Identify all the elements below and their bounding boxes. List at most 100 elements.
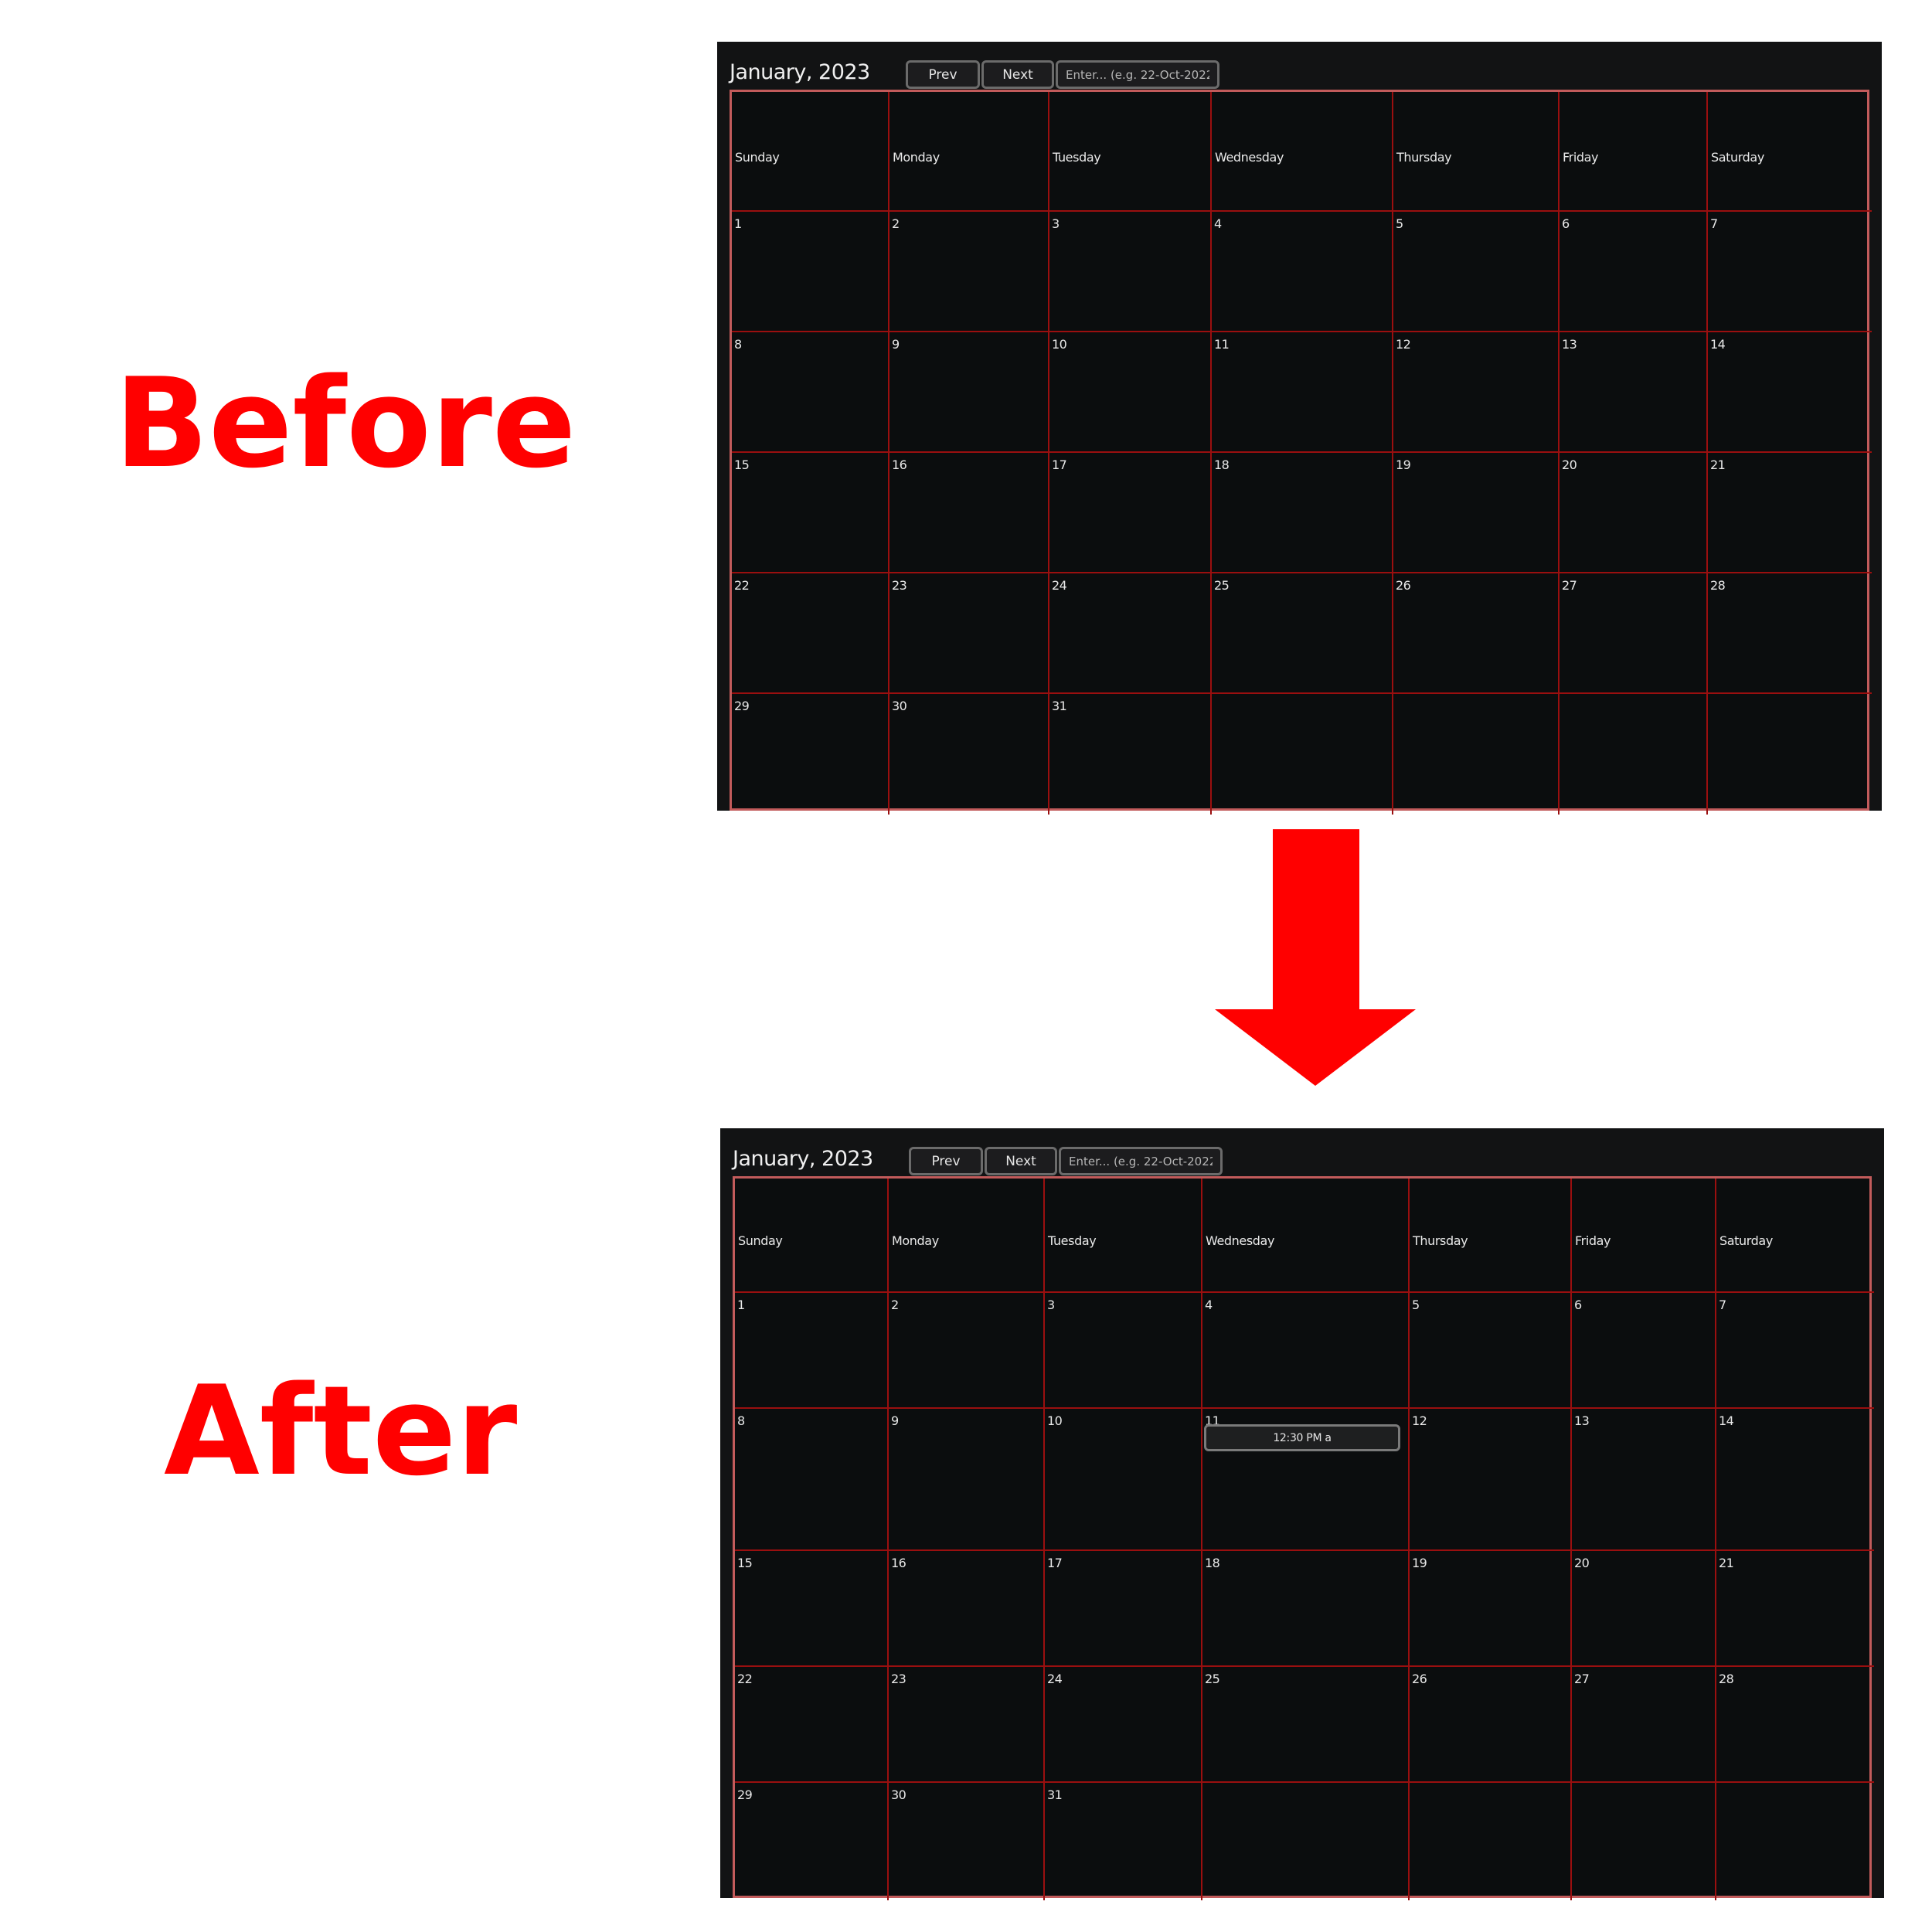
day-cell[interactable]: 23 xyxy=(889,1667,1045,1783)
day-number: 15 xyxy=(734,457,750,472)
day-cell[interactable]: 25 xyxy=(1202,1667,1410,1783)
day-cell[interactable]: 19 xyxy=(1393,453,1560,573)
day-number: 25 xyxy=(1205,1672,1220,1686)
next-button[interactable]: Next xyxy=(985,1147,1057,1175)
weekday-label: Friday xyxy=(1563,149,1599,165)
day-cell[interactable]: 2 xyxy=(889,212,1049,332)
day-cell[interactable]: 3 xyxy=(1045,1293,1202,1409)
day-cell[interactable]: 7 xyxy=(1716,1293,1874,1409)
day-cell[interactable]: 8 xyxy=(735,1409,889,1551)
day-cell[interactable]: 8 xyxy=(732,332,889,453)
down-arrow-icon xyxy=(1215,829,1416,1086)
day-cell[interactable]: 16 xyxy=(889,1551,1045,1667)
day-cell[interactable]: 10 xyxy=(1049,332,1212,453)
day-cell[interactable]: 15 xyxy=(732,453,889,573)
day-cell[interactable]: 27 xyxy=(1560,573,1708,694)
day-cell[interactable] xyxy=(1410,1783,1572,1900)
day-cell[interactable]: 31 xyxy=(1049,694,1212,815)
day-cell[interactable]: 13 xyxy=(1572,1409,1716,1551)
weekday-header: Sunday xyxy=(732,92,889,212)
day-number: 7 xyxy=(1710,216,1718,231)
date-input[interactable] xyxy=(1059,1147,1223,1175)
weekday-label: Sunday xyxy=(738,1233,783,1248)
day-cell[interactable] xyxy=(1393,694,1560,815)
day-cell[interactable]: 26 xyxy=(1393,573,1560,694)
prev-button[interactable]: Prev xyxy=(909,1147,983,1175)
day-cell[interactable]: 9 xyxy=(889,1409,1045,1551)
day-cell[interactable] xyxy=(1212,694,1393,815)
day-cell[interactable] xyxy=(1716,1783,1874,1900)
day-cell[interactable]: 1 xyxy=(732,212,889,332)
day-cell[interactable]: 18 xyxy=(1212,453,1393,573)
weekday-header: Monday xyxy=(889,1179,1045,1293)
day-cell[interactable]: 16 xyxy=(889,453,1049,573)
day-cell[interactable]: 9 xyxy=(889,332,1049,453)
day-cell[interactable]: 3 xyxy=(1049,212,1212,332)
day-cell[interactable]: 28 xyxy=(1716,1667,1874,1783)
prev-button[interactable]: Prev xyxy=(906,60,980,89)
day-cell[interactable]: 30 xyxy=(889,1783,1045,1900)
day-cell[interactable]: 22 xyxy=(732,573,889,694)
day-cell[interactable]: 30 xyxy=(889,694,1049,815)
calendar-after: January, 2023 Prev Next Sunday Monday Tues… xyxy=(720,1128,1884,1900)
day-number: 30 xyxy=(892,699,907,713)
day-cell[interactable]: 21 xyxy=(1708,453,1872,573)
day-cell[interactable] xyxy=(1572,1783,1716,1900)
event-chip[interactable]: 12:30 PM a xyxy=(1204,1424,1400,1451)
day-cell[interactable]: 17 xyxy=(1049,453,1212,573)
day-cell[interactable]: 14 xyxy=(1708,332,1872,453)
day-cell[interactable]: 24 xyxy=(1045,1667,1202,1783)
day-cell[interactable] xyxy=(1708,694,1872,815)
day-number: 24 xyxy=(1052,578,1067,593)
day-cell[interactable]: 29 xyxy=(735,1783,889,1900)
weekday-label: Tuesday xyxy=(1048,1233,1097,1248)
day-cell[interactable]: 5 xyxy=(1410,1293,1572,1409)
day-cell[interactable]: 10 xyxy=(1045,1409,1202,1551)
day-cell[interactable] xyxy=(1202,1783,1410,1900)
weekday-header: Thursday xyxy=(1410,1179,1572,1293)
day-cell[interactable]: 20 xyxy=(1560,453,1708,573)
day-cell[interactable]: 25 xyxy=(1212,573,1393,694)
day-cell[interactable]: 6 xyxy=(1572,1293,1716,1409)
day-cell[interactable]: 13 xyxy=(1560,332,1708,453)
day-cell[interactable]: 4 xyxy=(1212,212,1393,332)
day-cell[interactable]: 31 xyxy=(1045,1783,1202,1900)
day-number: 27 xyxy=(1562,578,1577,593)
day-number: 1 xyxy=(737,1298,745,1312)
day-cell[interactable]: 22 xyxy=(735,1667,889,1783)
day-cell[interactable]: 12 xyxy=(1393,332,1560,453)
day-cell[interactable]: 27 xyxy=(1572,1667,1716,1783)
weekday-label: Monday xyxy=(893,149,940,165)
day-cell[interactable]: 11 12:30 PM a xyxy=(1202,1409,1410,1551)
before-label: Before xyxy=(114,351,577,495)
day-cell[interactable]: 19 xyxy=(1410,1551,1572,1667)
day-cell[interactable]: 11 xyxy=(1212,332,1393,453)
day-number: 8 xyxy=(737,1413,745,1428)
day-cell[interactable]: 12 xyxy=(1410,1409,1572,1551)
day-number: 4 xyxy=(1214,216,1222,231)
day-cell[interactable]: 1 xyxy=(735,1293,889,1409)
day-cell[interactable]: 20 xyxy=(1572,1551,1716,1667)
next-button[interactable]: Next xyxy=(981,60,1054,89)
day-number: 23 xyxy=(891,1672,906,1686)
day-cell[interactable]: 5 xyxy=(1393,212,1560,332)
day-cell[interactable]: 21 xyxy=(1716,1551,1874,1667)
date-input[interactable] xyxy=(1056,60,1219,89)
day-cell[interactable]: 26 xyxy=(1410,1667,1572,1783)
day-cell[interactable]: 4 xyxy=(1202,1293,1410,1409)
day-cell[interactable]: 24 xyxy=(1049,573,1212,694)
calendar-grid: Sunday Monday Tuesday Wednesday Thursday Frid… xyxy=(733,1176,1874,1900)
day-cell[interactable]: 6 xyxy=(1560,212,1708,332)
day-cell[interactable]: 17 xyxy=(1045,1551,1202,1667)
day-cell[interactable]: 7 xyxy=(1708,212,1872,332)
day-cell[interactable]: 14 xyxy=(1716,1409,1874,1551)
day-cell[interactable] xyxy=(1560,694,1708,815)
day-cell[interactable]: 28 xyxy=(1708,573,1872,694)
day-cell[interactable]: 18 xyxy=(1202,1551,1410,1667)
day-number: 2 xyxy=(891,1298,899,1312)
day-cell[interactable]: 23 xyxy=(889,573,1049,694)
day-number: 16 xyxy=(892,457,907,472)
day-cell[interactable]: 15 xyxy=(735,1551,889,1667)
day-cell[interactable]: 29 xyxy=(732,694,889,815)
day-cell[interactable]: 2 xyxy=(889,1293,1045,1409)
